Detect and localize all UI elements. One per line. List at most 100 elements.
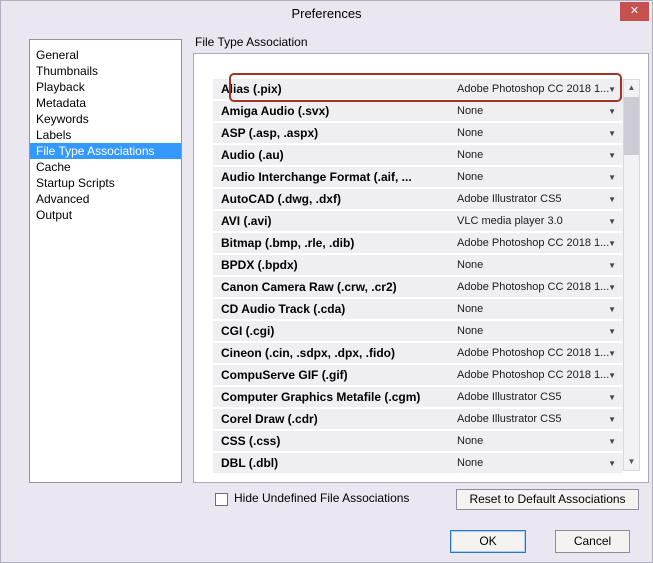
- dropdown-arrow-icon[interactable]: ▼: [608, 393, 616, 402]
- dropdown-arrow-icon[interactable]: ▼: [608, 305, 616, 314]
- dropdown-arrow-icon[interactable]: ▼: [608, 107, 616, 116]
- dropdown-arrow-icon[interactable]: ▼: [608, 283, 616, 292]
- file-type-label: BPDX (.bpdx): [221, 258, 298, 272]
- file-type-row: BPDX (.bpdx) None ▼: [213, 255, 623, 275]
- sidebar-item-thumbnails[interactable]: Thumbnails: [30, 63, 181, 79]
- sidebar-item-startup-scripts[interactable]: Startup Scripts: [30, 175, 181, 191]
- sidebar-item-output[interactable]: Output: [30, 207, 181, 223]
- file-type-row: CompuServe GIF (.gif) Adobe Photoshop CC …: [213, 365, 623, 385]
- preferences-dialog: Preferences ✕ General Thumbnails Playback M…: [0, 0, 653, 563]
- file-type-label: CSS (.css): [221, 434, 281, 448]
- association-dropdown-value[interactable]: Adobe Illustrator CS5: [457, 413, 562, 425]
- file-type-label: Alias (.pix): [221, 82, 282, 96]
- file-type-row: Canon Camera Raw (.crw, .cr2) Adobe Photo…: [213, 277, 623, 297]
- scroll-down-icon[interactable]: ▼: [624, 454, 639, 470]
- association-dropdown-value[interactable]: Adobe Illustrator CS5: [457, 193, 562, 205]
- file-type-row: DBL (.dbl) None ▼: [213, 453, 623, 473]
- dropdown-arrow-icon[interactable]: ▼: [608, 371, 616, 380]
- file-type-label: CompuServe GIF (.gif): [221, 368, 348, 382]
- reset-to-default-button[interactable]: Reset to Default Associations: [456, 489, 639, 510]
- file-type-row: AutoCAD (.dwg, .dxf) Adobe Illustrator CS…: [213, 189, 623, 209]
- scrollbar-thumb[interactable]: [624, 97, 639, 155]
- cancel-button[interactable]: Cancel: [555, 530, 630, 553]
- dropdown-arrow-icon[interactable]: ▼: [608, 151, 616, 160]
- file-type-label: Canon Camera Raw (.crw, .cr2): [221, 280, 397, 294]
- sidebar-item-metadata[interactable]: Metadata: [30, 95, 181, 111]
- file-type-row: AVI (.avi) VLC media player 3.0 ▼: [213, 211, 623, 231]
- dropdown-arrow-icon[interactable]: ▼: [608, 349, 616, 358]
- sidebar-item-playback[interactable]: Playback: [30, 79, 181, 95]
- file-type-row: Corel Draw (.cdr) Adobe Illustrator CS5 ▼: [213, 409, 623, 429]
- association-dropdown-value[interactable]: None: [457, 435, 483, 447]
- association-dropdown-value[interactable]: Adobe Photoshop CC 2018 1...: [457, 347, 609, 359]
- file-type-label: Audio Interchange Format (.aif, ...: [221, 170, 412, 184]
- file-type-label: CD Audio Track (.cda): [221, 302, 346, 316]
- dropdown-arrow-icon[interactable]: ▼: [608, 415, 616, 424]
- close-button[interactable]: ✕: [620, 2, 649, 21]
- file-type-row: CGI (.cgi) None ▼: [213, 321, 623, 341]
- file-type-label: Cineon (.cin, .sdpx, .dpx, .fido): [221, 346, 395, 360]
- hide-undefined-checkbox[interactable]: [215, 493, 228, 506]
- file-type-row: Computer Graphics Metafile (.cgm) Adobe I…: [213, 387, 623, 407]
- association-dropdown-value[interactable]: Adobe Illustrator CS5: [457, 391, 562, 403]
- file-type-row: Cineon (.cin, .sdpx, .dpx, .fido) Adobe P…: [213, 343, 623, 363]
- dropdown-arrow-icon[interactable]: ▼: [608, 261, 616, 270]
- dropdown-arrow-icon[interactable]: ▼: [608, 437, 616, 446]
- scrollbar[interactable]: ▲ ▼: [623, 79, 640, 471]
- file-type-label: AVI (.avi): [221, 214, 272, 228]
- dropdown-arrow-icon[interactable]: ▼: [608, 129, 616, 138]
- dropdown-arrow-icon[interactable]: ▼: [608, 217, 616, 226]
- sidebar: General Thumbnails Playback Metadata Keyword…: [29, 39, 182, 483]
- dropdown-arrow-icon[interactable]: ▼: [608, 327, 616, 336]
- association-dropdown-value[interactable]: None: [457, 105, 483, 117]
- association-dropdown-value[interactable]: None: [457, 457, 483, 469]
- file-type-row: CD Audio Track (.cda) None ▼: [213, 299, 623, 319]
- file-type-label: Computer Graphics Metafile (.cgm): [221, 390, 421, 404]
- association-dropdown-value[interactable]: Adobe Photoshop CC 2018 1...: [457, 237, 609, 249]
- dropdown-arrow-icon[interactable]: ▼: [608, 173, 616, 182]
- association-dropdown-value[interactable]: VLC media player 3.0: [457, 215, 563, 227]
- dropdown-arrow-icon[interactable]: ▼: [608, 459, 616, 468]
- file-type-label: Audio (.au): [221, 148, 284, 162]
- file-type-label: Amiga Audio (.svx): [221, 104, 330, 118]
- sidebar-item-labels[interactable]: Labels: [30, 127, 181, 143]
- association-dropdown-value[interactable]: Adobe Photoshop CC 2018 1...: [457, 83, 609, 95]
- association-dropdown-value[interactable]: None: [457, 171, 483, 183]
- file-type-row: Bitmap (.bmp, .rle, .dib) Adobe Photoshop…: [213, 233, 623, 253]
- dropdown-arrow-icon[interactable]: ▼: [608, 195, 616, 204]
- sidebar-item-cache[interactable]: Cache: [30, 159, 181, 175]
- ok-button[interactable]: OK: [450, 530, 526, 553]
- section-title: File Type Association: [195, 35, 308, 49]
- sidebar-item-general[interactable]: General: [30, 47, 181, 63]
- association-dropdown-value[interactable]: None: [457, 259, 483, 271]
- sidebar-item-keywords[interactable]: Keywords: [30, 111, 181, 127]
- file-type-label: ASP (.asp, .aspx): [221, 126, 319, 140]
- file-type-row: ASP (.asp, .aspx) None ▼: [213, 123, 623, 143]
- title-bar: Preferences: [1, 1, 652, 27]
- file-type-label: Corel Draw (.cdr): [221, 412, 318, 426]
- file-type-row: Audio (.au) None ▼: [213, 145, 623, 165]
- sidebar-item-file-type-associations[interactable]: File Type Associations: [30, 143, 181, 159]
- association-dropdown-value[interactable]: Adobe Photoshop CC 2018 1...: [457, 369, 609, 381]
- close-icon: ✕: [629, 5, 640, 17]
- file-type-row: Amiga Audio (.svx) None ▼: [213, 101, 623, 121]
- association-dropdown-value[interactable]: None: [457, 149, 483, 161]
- file-type-label: AutoCAD (.dwg, .dxf): [221, 192, 341, 206]
- association-dropdown-value[interactable]: None: [457, 303, 483, 315]
- file-type-row: CSS (.css) None ▼: [213, 431, 623, 451]
- file-type-label: DBL (.dbl): [221, 456, 279, 470]
- file-type-row: Alias (.pix) Adobe Photoshop CC 2018 1...…: [213, 79, 623, 99]
- scroll-up-icon[interactable]: ▲: [624, 80, 639, 96]
- hide-undefined-checkbox-label: Hide Undefined File Associations: [234, 491, 410, 505]
- association-dropdown-value[interactable]: Adobe Photoshop CC 2018 1...: [457, 281, 609, 293]
- file-type-row: Audio Interchange Format (.aif, ... None ▼: [213, 167, 623, 187]
- file-type-label: CGI (.cgi): [221, 324, 275, 338]
- sidebar-item-advanced[interactable]: Advanced: [30, 191, 181, 207]
- file-type-label: Bitmap (.bmp, .rle, .dib): [221, 236, 355, 250]
- dialog-title: Preferences: [291, 6, 362, 21]
- association-dropdown-value[interactable]: None: [457, 325, 483, 337]
- dropdown-arrow-icon[interactable]: ▼: [608, 85, 616, 94]
- association-dropdown-value[interactable]: None: [457, 127, 483, 139]
- file-type-list: Alias (.pix) Adobe Photoshop CC 2018 1...…: [213, 79, 623, 475]
- dropdown-arrow-icon[interactable]: ▼: [608, 239, 616, 248]
